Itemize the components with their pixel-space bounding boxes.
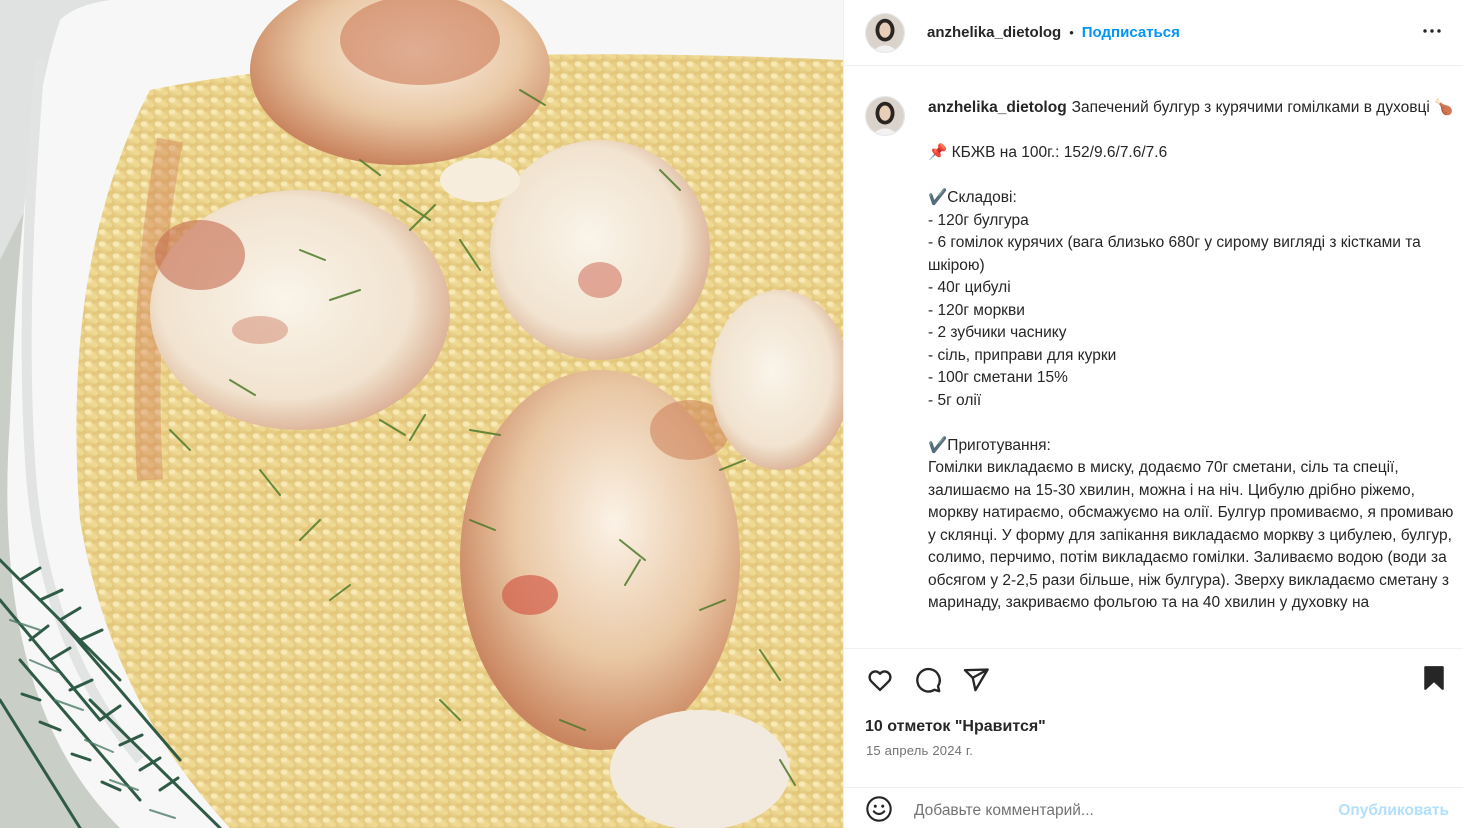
action-buttons-row [864, 666, 992, 696]
caption-text: anzhelika_dietolog Запечений булгур з кур… [928, 97, 1454, 615]
post-panel: anzhelika_dietolog • Подписаться anzheli… [843, 0, 1463, 828]
caption-line: anzhelika_dietolog Запечений булгур з кур… [928, 97, 1454, 120]
like-button[interactable] [864, 666, 896, 698]
caption-line: Гомілки викладаємо в миску, додаємо 70г … [928, 459, 1454, 611]
avatar-image [866, 97, 904, 135]
caption-line: - сіль, приправи для курки [928, 346, 1117, 364]
caption-line: - 6 гомілок курячих (вага близько 680г у… [928, 234, 1421, 274]
caption-line: - 40г цибулі [928, 279, 1011, 296]
post-actions: 10 отметок "Нравится" 15 апрель 2024 г. … [844, 648, 1463, 828]
heart-icon [866, 666, 894, 699]
caption-line: - 100г сметани 15% [928, 369, 1068, 386]
follow-button[interactable]: Подписаться [1082, 24, 1180, 41]
comment-form: Опубликовать [844, 787, 1463, 828]
caption-title: Запечений булгур з курячими гомілками в … [1071, 99, 1454, 116]
caption-line: - 2 зубчики часнику [928, 324, 1067, 341]
save-button[interactable] [1418, 664, 1450, 696]
caption-line: ✔️Складові: [928, 189, 1017, 206]
avatar-image [866, 13, 904, 52]
caption-area[interactable]: anzhelika_dietolog Запечений булгур з кур… [844, 67, 1463, 647]
caption-username[interactable]: anzhelika_dietolog [928, 99, 1067, 116]
emoji-picker-button[interactable] [864, 795, 894, 828]
avatar[interactable] [865, 12, 905, 53]
more-options-button[interactable] [1416, 17, 1448, 49]
comment-input[interactable] [914, 798, 1314, 824]
post-date[interactable]: 15 апрель 2024 г. [866, 743, 973, 758]
food-photo-illustration [0, 0, 843, 828]
comment-button[interactable] [912, 666, 944, 698]
share-button[interactable] [960, 666, 992, 698]
post-image[interactable] [0, 0, 843, 828]
bookmark-icon [1421, 665, 1447, 696]
share-icon [962, 666, 990, 699]
caption-line: - 120г булгура [928, 211, 1029, 229]
post-header: anzhelika_dietolog • Подписаться [844, 0, 1463, 66]
publish-comment-button[interactable]: Опубликовать [1338, 802, 1449, 820]
comment-icon [914, 666, 942, 699]
caption-line: 📌 КБЖВ на 100г.: 152/9.6/7.6/7.6 [928, 144, 1168, 161]
likes-count[interactable]: 10 отметок "Нравится" [865, 718, 1046, 736]
post-author-username[interactable]: anzhelika_dietolog [927, 24, 1061, 41]
caption-avatar[interactable] [865, 96, 905, 136]
separator-dot: • [1069, 25, 1074, 40]
more-horizontal-icon [1420, 19, 1444, 48]
emoji-icon [865, 795, 893, 828]
caption-line: - 5г олії [928, 391, 982, 409]
caption-line: ✔️Приготування: [928, 436, 1051, 454]
caption-line: - 120г моркви [928, 301, 1025, 319]
